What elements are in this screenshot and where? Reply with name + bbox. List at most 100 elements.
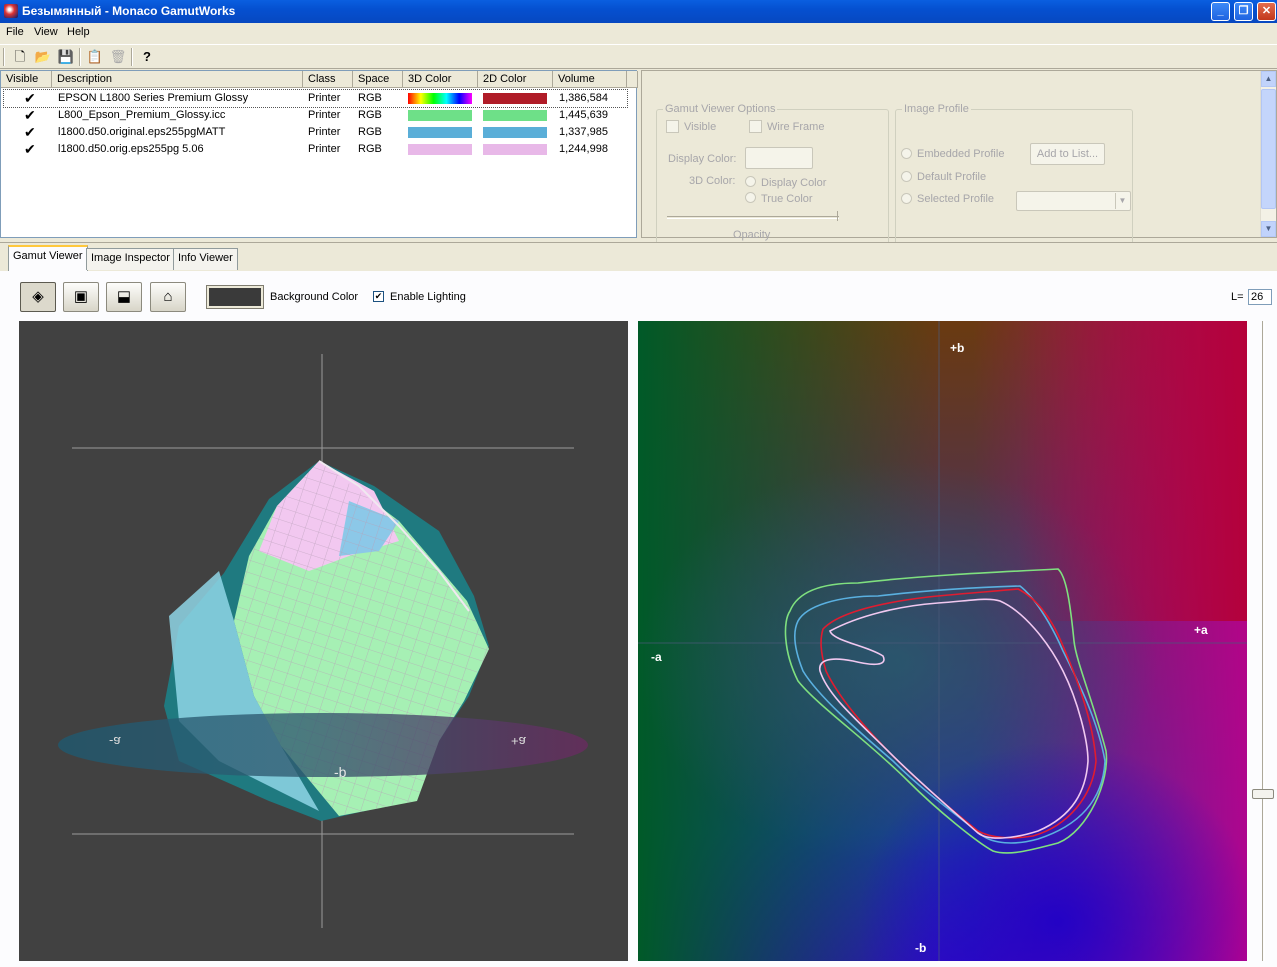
tab-info-viewer[interactable]: Info Viewer bbox=[173, 248, 238, 270]
delete-profile-icon[interactable]: 🗑 bbox=[108, 47, 128, 67]
scroll-down-icon[interactable]: ▼ bbox=[1261, 221, 1276, 237]
3d-color-label: 3D Color: bbox=[689, 175, 736, 187]
row-space: RGB bbox=[358, 92, 382, 104]
toolbar-separator bbox=[79, 48, 81, 66]
minimize-button[interactable]: _ bbox=[1211, 2, 1230, 21]
table-row[interactable]: ✔ l1800.d50.orig.eps255pg 5.06 Printer R… bbox=[4, 141, 634, 158]
tab-gamut-viewer[interactable]: Gamut Viewer bbox=[8, 245, 88, 271]
selected-profile-radio[interactable] bbox=[901, 193, 912, 204]
viewer-toolbar: ◈ ▣ ⬓ ⌂ Background Color ✔ Enable Lighti… bbox=[0, 271, 1277, 319]
row-2d-color bbox=[483, 144, 547, 155]
axis-label-plus-a: +a bbox=[511, 734, 527, 749]
add-to-list-button[interactable]: Add to List... bbox=[1030, 143, 1105, 165]
tab-strip: Gamut Viewer Image Inspector Info Viewer bbox=[0, 243, 1277, 271]
app-icon bbox=[4, 4, 18, 18]
visible-check-icon[interactable]: ✔ bbox=[24, 141, 36, 158]
default-profile-radio[interactable] bbox=[901, 171, 912, 182]
gamut-2d-slice-view[interactable]: +b -a +a -b bbox=[638, 321, 1247, 961]
column-header-class[interactable]: Class bbox=[303, 71, 353, 88]
gamut-outline-blue bbox=[793, 585, 1106, 844]
menu-bar: File View Help bbox=[0, 23, 1277, 43]
wireframe-label: Wire Frame bbox=[767, 121, 825, 133]
visible-label: Visible bbox=[684, 121, 717, 133]
gamut-3d-canvas: -a +a -b bbox=[58, 354, 588, 928]
background-color-button[interactable] bbox=[206, 285, 264, 309]
home-view-icon[interactable]: ⌂ bbox=[150, 282, 186, 312]
help-icon[interactable]: ? bbox=[137, 47, 157, 67]
l-value-input[interactable]: 26 bbox=[1248, 289, 1272, 305]
save-icon[interactable]: 💾 bbox=[56, 47, 76, 67]
title-bar: Безымянный - Monaco GamutWorks _ ❐ ✕ bbox=[0, 0, 1277, 23]
options-scrollbar[interactable]: ▲ ▼ bbox=[1260, 71, 1276, 237]
gamut-3d-view[interactable]: -a +a -b bbox=[19, 321, 628, 961]
window-title: Безымянный - Monaco GamutWorks bbox=[22, 4, 236, 18]
row-class: Printer bbox=[308, 92, 341, 104]
table-row[interactable]: ✔ EPSON L1800 Series Premium Glossy Prin… bbox=[3, 89, 628, 108]
open-folder-icon[interactable]: 📂 bbox=[33, 47, 53, 67]
l-value-label: L= bbox=[1231, 291, 1244, 303]
rotate-view-icon[interactable]: ◈ bbox=[20, 282, 56, 312]
column-header-space[interactable]: Space bbox=[353, 71, 403, 88]
axis-label-plus-a: +a bbox=[1194, 623, 1208, 637]
embedded-profile-label: Embedded Profile bbox=[917, 148, 1005, 160]
visible-check-icon[interactable]: ✔ bbox=[24, 124, 36, 141]
opacity-slider[interactable] bbox=[667, 216, 839, 219]
group-title: Gamut Viewer Options bbox=[663, 103, 778, 115]
visible-checkbox[interactable] bbox=[666, 120, 679, 133]
l-slider-thumb[interactable] bbox=[1252, 789, 1274, 799]
menu-view[interactable]: View bbox=[34, 26, 58, 38]
row-space: RGB bbox=[358, 143, 382, 155]
row-volume: 1,244,998 bbox=[559, 143, 608, 155]
menu-help[interactable]: Help bbox=[67, 26, 90, 38]
column-header-2d-color[interactable]: 2D Color bbox=[478, 71, 553, 88]
row-2d-color bbox=[483, 127, 547, 138]
scrollbar-thumb[interactable] bbox=[1261, 89, 1276, 209]
column-header-visible[interactable]: Visible bbox=[1, 71, 52, 88]
row-space: RGB bbox=[358, 126, 382, 138]
menu-file[interactable]: File bbox=[6, 26, 24, 38]
chevron-down-icon[interactable]: ▼ bbox=[1115, 193, 1129, 209]
new-file-icon[interactable]: 🗋 bbox=[10, 47, 30, 67]
display-color-label: Display Color: bbox=[668, 153, 737, 165]
column-header-description[interactable]: Description bbox=[52, 71, 303, 88]
default-profile-label: Default Profile bbox=[917, 171, 987, 183]
maximize-button[interactable]: ❐ bbox=[1234, 2, 1253, 21]
column-header-volume[interactable]: Volume bbox=[553, 71, 627, 88]
display-color-button[interactable] bbox=[745, 147, 813, 169]
toolbar: 🗋 📂 💾 📋 🗑 ? bbox=[0, 44, 1277, 69]
close-button[interactable]: ✕ bbox=[1257, 2, 1276, 21]
display-color-radio-label: Display Color bbox=[761, 177, 827, 189]
toolbar-grip bbox=[3, 48, 5, 66]
table-row[interactable]: ✔ L800_Epson_Premium_Glossy.icc Printer … bbox=[4, 107, 634, 124]
add-profile-icon[interactable]: 📋 bbox=[85, 47, 105, 67]
opacity-slider-thumb[interactable] bbox=[834, 211, 838, 221]
selected-profile-dropdown[interactable]: ▼ bbox=[1016, 191, 1131, 211]
display-color-radio[interactable] bbox=[745, 176, 756, 187]
l-slider[interactable] bbox=[1252, 321, 1274, 961]
visible-check-icon[interactable]: ✔ bbox=[24, 107, 36, 124]
column-header-3d-color[interactable]: 3D Color bbox=[403, 71, 478, 88]
enable-lighting-label: Enable Lighting bbox=[390, 291, 466, 303]
row-description: l1800.d50.original.eps255pgMATT bbox=[58, 126, 226, 138]
row-volume: 1,445,639 bbox=[559, 109, 608, 121]
gamut-outline-pink bbox=[819, 598, 1089, 839]
gamut-2d-canvas bbox=[638, 321, 1247, 961]
row-description: EPSON L1800 Series Premium Glossy bbox=[58, 92, 249, 104]
toolbar-separator bbox=[131, 48, 133, 66]
row-class: Printer bbox=[308, 126, 341, 138]
scroll-up-icon[interactable]: ▲ bbox=[1261, 71, 1276, 87]
true-color-radio[interactable] bbox=[745, 192, 756, 203]
gamut-outline-red bbox=[820, 588, 1097, 839]
wireframe-checkbox[interactable] bbox=[749, 120, 762, 133]
slice-view-icon[interactable]: ⬓ bbox=[106, 282, 142, 312]
embedded-profile-radio[interactable] bbox=[901, 148, 912, 159]
enable-lighting-checkbox[interactable]: ✔ bbox=[373, 291, 384, 302]
options-pane: Gamut Viewer Options Visible Wire Frame … bbox=[641, 70, 1277, 249]
row-volume: 1,386,584 bbox=[559, 92, 608, 104]
selected-profile-label: Selected Profile bbox=[917, 193, 995, 205]
table-row[interactable]: ✔ l1800.d50.original.eps255pgMATT Printe… bbox=[4, 124, 634, 141]
visible-check-icon[interactable]: ✔ bbox=[24, 90, 36, 107]
axis-label-minus-a: -a bbox=[109, 734, 121, 749]
cube-view-icon[interactable]: ▣ bbox=[63, 282, 99, 312]
tab-image-inspector[interactable]: Image Inspector bbox=[86, 248, 175, 270]
